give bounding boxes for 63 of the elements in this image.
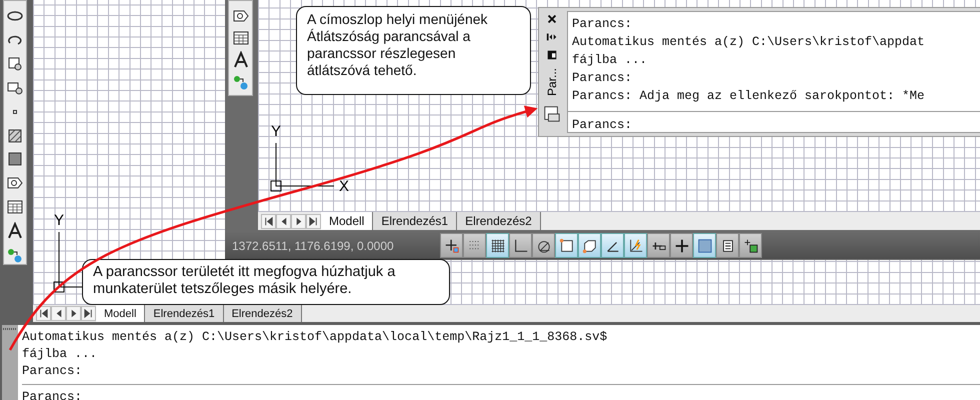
- status-toggle[interactable]: [509, 233, 532, 258]
- status-toggle[interactable]: [716, 233, 739, 258]
- ortho-icon: [512, 238, 528, 254]
- status-toggle[interactable]: [578, 233, 601, 258]
- tab-scroll-icon[interactable]: [306, 214, 321, 228]
- window-title: Par...: [545, 68, 559, 96]
- callout-note: A címoszlop helyi menüjének Átlátszóság parancsával a parancssor részlegesen átlátszóvá tehető.: [296, 6, 531, 95]
- status-toggle[interactable]: [532, 233, 555, 258]
- status-toggle[interactable]: [693, 233, 716, 258]
- transparency-icon: [696, 238, 712, 254]
- window-icon[interactable]: [543, 105, 561, 123]
- command-history-line: Parancs:: [22, 363, 84, 380]
- layout-tab[interactable]: Elrendezés1: [373, 212, 458, 230]
- status-toggle[interactable]: [486, 233, 509, 258]
- status-toggle[interactable]: [624, 233, 647, 258]
- table-icon[interactable]: [6, 198, 24, 216]
- command-history-line: Automatikus mentés a(z) C:\Users\kristof\appdat: [572, 34, 926, 51]
- status-toggle[interactable]: [670, 233, 693, 258]
- tab-scroll-icon[interactable]: [291, 214, 306, 228]
- tab-scroll-icon[interactable]: [51, 306, 66, 321]
- status-toggle[interactable]: [739, 233, 762, 258]
- layout-tab[interactable]: Elrendezés2: [457, 212, 541, 230]
- command-history-line: fájlba ...: [572, 52, 648, 69]
- status-toggle[interactable]: [555, 233, 578, 258]
- status-toggle[interactable]: [601, 233, 624, 258]
- auto-hide-icon[interactable]: [546, 31, 558, 43]
- command-prompt[interactable]: Parancs:: [568, 111, 980, 132]
- tab-scroll-icon[interactable]: [81, 306, 96, 321]
- command-line-grip[interactable]: [2, 325, 18, 400]
- command-prompt[interactable]: Parancs:: [22, 384, 980, 400]
- tab-scroll-icon[interactable]: [276, 214, 291, 228]
- cross-icon: [674, 238, 690, 254]
- status-toggle[interactable]: [647, 233, 670, 258]
- text-icon[interactable]: [232, 51, 250, 69]
- attach-icon[interactable]: [6, 246, 24, 264]
- tab-scroll-icon[interactable]: [66, 306, 81, 321]
- callout-note: A parancssor területét itt megfogva húzhatjuk a munkaterület tetszőleges másik helyére.: [82, 259, 450, 305]
- osnap-icon: [558, 238, 574, 254]
- layout-tab[interactable]: Modell: [321, 212, 374, 230]
- command-history-line: Parancs:: [572, 70, 634, 87]
- y-axis-label: Y: [271, 123, 281, 140]
- y-axis-label: Y: [54, 212, 64, 229]
- gradient-icon[interactable]: [6, 150, 24, 168]
- table-icon[interactable]: [232, 29, 250, 47]
- hatch-icon[interactable]: [6, 126, 24, 144]
- layout-tab[interactable]: Elrendezés1: [145, 305, 224, 322]
- coordinates-readout: 1372.6511, 1176.6199, 0.0000: [231, 238, 395, 252]
- grid-icon: [490, 238, 506, 254]
- tab-scroll-icon[interactable]: [36, 306, 51, 321]
- text-icon[interactable]: [6, 222, 24, 240]
- x-axis-label: X: [339, 178, 349, 195]
- command-history-line: Automatikus mentés a(z) C:\Users\kristof\appdata\local\temp\Rajz1_1_1_8368.sv$: [22, 329, 608, 346]
- layout-tab[interactable]: Modell: [96, 305, 146, 322]
- close-icon[interactable]: [546, 13, 558, 25]
- command-history-line: Parancs:: [572, 16, 634, 33]
- layout-tab[interactable]: Elrendezés2: [224, 305, 302, 322]
- block-icon[interactable]: [6, 54, 24, 73]
- status-toggle[interactable]: [440, 233, 463, 258]
- tab-scroll-icon[interactable]: [261, 214, 276, 228]
- command-history-line: Parancs: Adja meg az ellenkező sarokpontot: *Me: [572, 88, 926, 105]
- command-history-line: fájlba ...: [22, 346, 98, 363]
- status-toggle[interactable]: [463, 233, 486, 258]
- snap-icon: [444, 238, 460, 254]
